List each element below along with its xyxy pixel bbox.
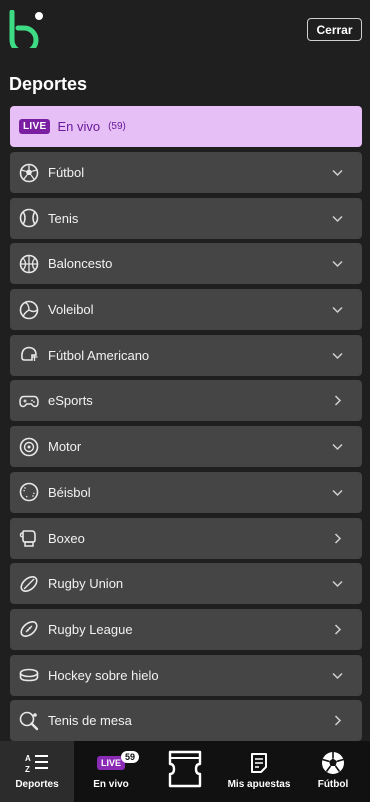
live-count: (59) [108,121,126,132]
sport-label: Baloncesto [48,256,113,272]
ticket-icon [167,749,203,794]
rugby-ball-alt-icon [19,619,39,639]
bottom-nav: AZ Deportes LIVE 59 En vivo Mis apuestas… [0,741,370,802]
chevron-down-icon [332,307,343,314]
baseball-icon [19,482,39,502]
sort-list-icon: AZ [25,751,49,775]
sport-item-motor[interactable]: Motor [10,426,362,468]
document-icon [250,751,268,775]
sport-label: Hockey sobre hielo [48,667,159,683]
nav-en-vivo[interactable]: LIVE 59 En vivo [74,741,148,802]
sport-item-rugby-union[interactable]: Rugby Union [10,563,362,605]
nav-futbol-label: Fútbol [317,779,349,790]
volleyball-icon [19,300,39,320]
nav-mis-apuestas[interactable]: Mis apuestas [222,741,296,802]
football-helmet-icon [19,345,39,365]
sport-label: eSports [48,393,93,409]
sport-label: Boxeo [48,530,85,546]
basketball-icon [19,254,39,274]
sport-list: Fútbol Tenis Baloncesto Voleibol Fútbol … [10,152,362,746]
sport-item-tenis-de-mesa[interactable]: Tenis de mesa [10,700,362,742]
live-row[interactable]: LIVE En vivo (59) [10,106,362,147]
sport-label: Rugby League [48,621,133,637]
chevron-down-icon [332,489,343,496]
sport-label: Tenis de mesa [48,713,132,729]
chevron-down-icon [332,169,343,177]
sport-item-futbol[interactable]: Fútbol [10,152,362,193]
svg-text:A: A [25,754,31,763]
nav-mis-apuestas-label: Mis apuestas [227,779,291,790]
nav-en-vivo-label: En vivo [93,779,129,790]
page-title: Deportes [9,74,88,94]
nav-deportes[interactable]: AZ Deportes [0,741,74,802]
sport-item-voleibol[interactable]: Voleibol [10,289,362,331]
chevron-down-icon [332,581,343,588]
gamepad-icon [19,391,39,411]
chevron-right-icon [334,532,342,544]
sport-item-rugby-league[interactable]: Rugby League [10,608,362,650]
sport-label: Rugby Union [48,576,124,592]
chevron-down-icon [332,215,343,222]
sport-item-hockey[interactable]: Hockey sobre hielo [10,654,362,696]
sport-item-boxeo[interactable]: Boxeo [10,517,362,559]
svg-text:Z: Z [25,765,30,774]
rugby-ball-icon [19,574,39,594]
sport-label: Béisbol [48,484,91,500]
sport-item-futbol-americano[interactable]: Fútbol Americano [10,334,362,376]
chevron-down-icon [332,672,343,679]
sport-label: Fútbol Americano [48,347,150,363]
sport-label: Tenis [48,210,79,226]
chevron-right-icon [334,715,342,726]
chevron-down-icon [332,352,343,359]
sport-label: Fútbol [48,165,85,180]
tennis-ball-icon [19,208,39,228]
header: Cerrar [0,0,370,70]
sport-label: Motor [48,439,82,455]
chevron-down-icon [332,444,343,451]
sport-item-beisbol[interactable]: Béisbol [10,471,362,513]
wheel-icon [19,437,39,457]
live-count-badge: 59 [121,751,140,763]
soccer-ball-icon [321,751,345,775]
sport-item-baloncesto[interactable]: Baloncesto [10,243,362,285]
soccer-ball-icon [19,163,39,183]
nav-futbol[interactable]: Fútbol [296,741,370,802]
chevron-right-icon [334,624,342,635]
chevron-right-icon [334,395,342,406]
nav-deportes-label: Deportes [15,779,59,790]
chevron-down-icon [332,261,343,268]
sport-label: Voleibol [48,302,94,318]
sport-item-tenis[interactable]: Tenis [10,197,362,239]
brand-logo[interactable] [9,10,45,48]
ping-pong-icon [19,711,39,731]
live-label: En vivo [57,119,101,134]
nav-betslip[interactable] [148,741,222,802]
boxing-glove-icon [19,528,39,548]
sport-item-esports[interactable]: eSports [10,380,362,422]
live-badge: LIVE [19,119,51,134]
hockey-puck-icon [19,665,39,685]
close-button[interactable]: Cerrar [307,18,362,41]
